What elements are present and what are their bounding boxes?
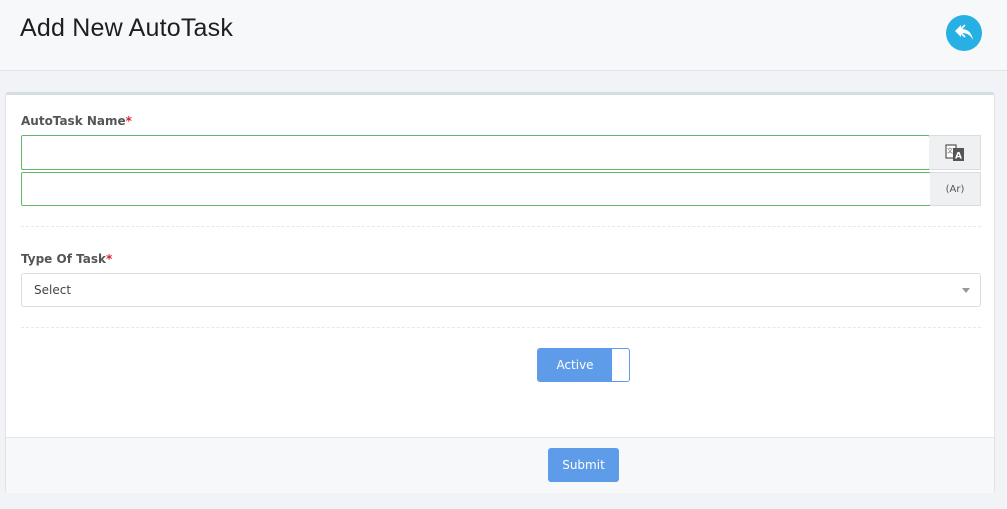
divider <box>21 327 981 328</box>
divider <box>21 226 981 227</box>
select-value: Select <box>34 283 72 297</box>
type-of-task-label: Type Of Task* <box>21 252 113 266</box>
submit-button[interactable]: Submit <box>548 448 619 482</box>
required-mark: * <box>105 252 113 266</box>
back-button[interactable] <box>946 15 982 51</box>
autotask-name-ar-input[interactable] <box>21 172 931 206</box>
type-of-task-select[interactable]: Select <box>21 273 981 307</box>
required-mark: * <box>125 114 132 128</box>
autotask-name-label: AutoTask Name* <box>21 114 132 128</box>
caret-down-icon <box>962 288 970 293</box>
translate-addon[interactable]: A 文 <box>929 135 981 170</box>
autotask-form: AutoTask Name* A 文 (Ar) Type Of Task* Se… <box>5 92 995 493</box>
active-toggle-label: Active <box>538 349 612 381</box>
form-footer: Submit <box>6 437 994 493</box>
reply-back-icon <box>955 24 973 40</box>
translate-icon: A 文 <box>944 143 964 161</box>
svg-text:A: A <box>955 151 962 161</box>
arabic-addon: (Ar) <box>930 172 981 206</box>
autotask-name-en-input[interactable] <box>21 135 930 170</box>
active-toggle[interactable]: Active <box>537 348 630 382</box>
page-title: Add New AutoTask <box>20 14 234 42</box>
page-header: Add New AutoTask <box>0 0 1007 71</box>
svg-text:文: 文 <box>946 147 952 155</box>
